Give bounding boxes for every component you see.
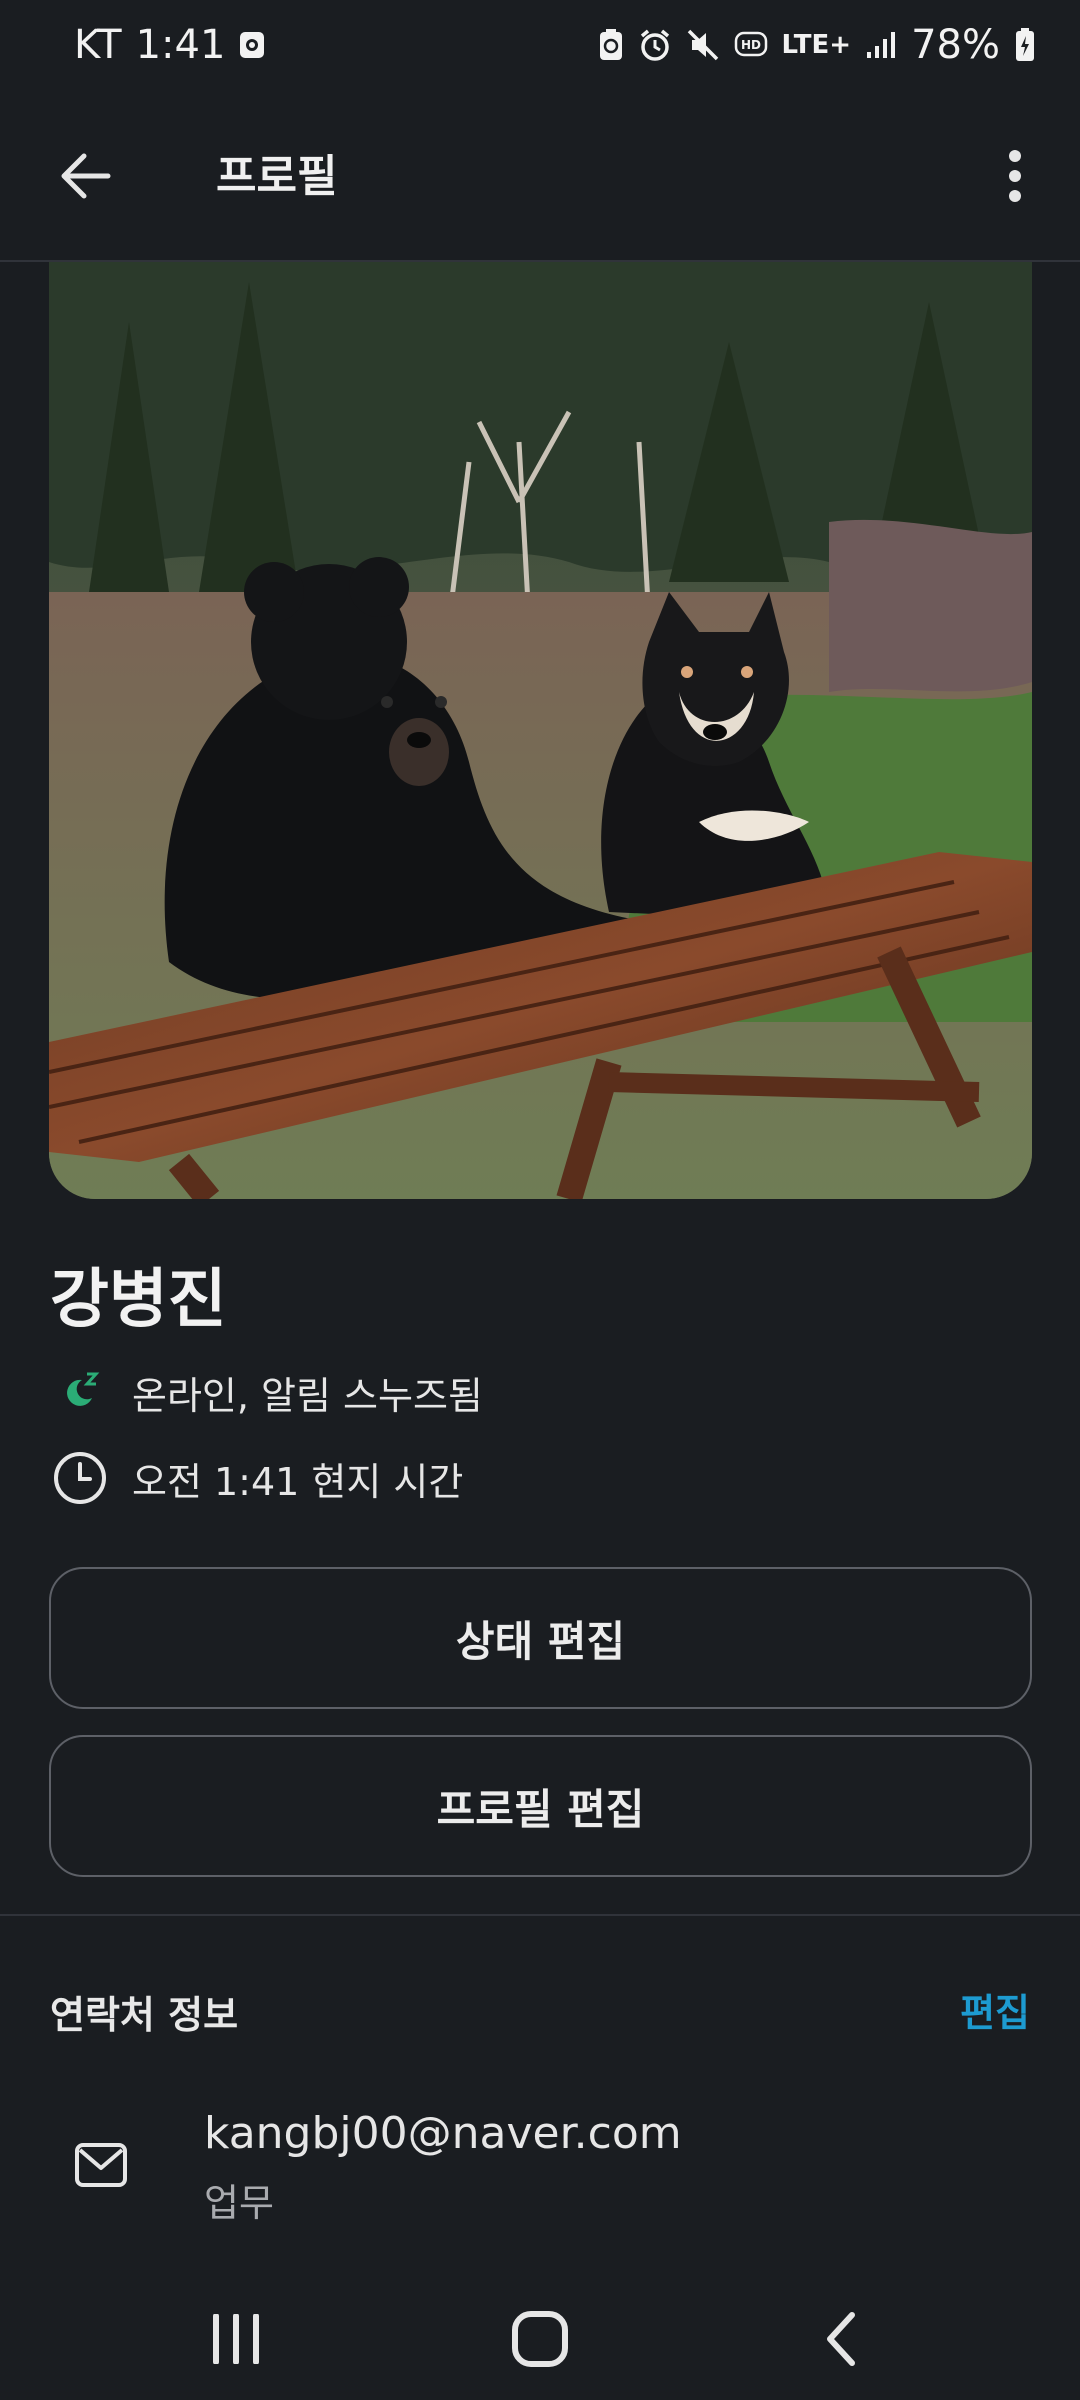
status-left: KT 1:41 bbox=[74, 22, 265, 68]
local-time-row: 오전 1:41 현지 시간 bbox=[50, 1448, 463, 1508]
presence-status-text: 온라인, 알림 스누즈됨 bbox=[132, 1373, 483, 1418]
recent-apps-icon bbox=[213, 2314, 259, 2364]
back-button[interactable] bbox=[40, 136, 130, 216]
screen-record-icon bbox=[239, 30, 265, 60]
more-vertical-icon bbox=[1009, 150, 1021, 202]
nav-back-icon bbox=[827, 2312, 855, 2366]
page-title: 프로필 bbox=[216, 151, 338, 202]
presence-row: 온라인, 알림 스누즈됨 bbox=[50, 1362, 483, 1422]
contact-section-title: 연락처 정보 bbox=[50, 1993, 239, 2037]
mail-icon bbox=[70, 2136, 132, 2194]
battery-charging-icon bbox=[1014, 27, 1036, 63]
more-options-button[interactable] bbox=[980, 136, 1050, 216]
home-button[interactable] bbox=[480, 2294, 600, 2384]
status-right: HD LTE+ 78% bbox=[598, 22, 1036, 68]
snooze-icon bbox=[50, 1362, 110, 1422]
edit-status-button[interactable]: 상태 편집 bbox=[49, 1567, 1032, 1709]
battery-percent: 78% bbox=[911, 22, 1000, 68]
signal-icon bbox=[865, 30, 897, 60]
contact-edit-link[interactable]: 편집 bbox=[960, 1982, 1030, 2037]
hd-voice-icon: HD bbox=[734, 30, 768, 60]
recycle-icon bbox=[598, 28, 624, 62]
local-time-text: 오전 1:41 현지 시간 bbox=[132, 1459, 464, 1504]
status-bar: KT 1:41 HD LTE+ 78% bbox=[0, 0, 1080, 90]
alarm-icon bbox=[638, 28, 672, 62]
profile-name: 강병진 bbox=[50, 1263, 227, 1337]
bear-and-dog-photo bbox=[49, 262, 1032, 1199]
section-divider bbox=[0, 1914, 1080, 1916]
profile-photo bbox=[49, 262, 1032, 1199]
contact-email[interactable]: kangbj00@naver.com bbox=[204, 2108, 682, 2159]
arrow-left-icon bbox=[61, 153, 111, 199]
app-bar: 프로필 bbox=[0, 90, 1080, 262]
clock-time: 1:41 bbox=[135, 22, 226, 68]
network-type: LTE+ bbox=[781, 30, 852, 60]
edit-profile-button[interactable]: 프로필 편집 bbox=[49, 1735, 1032, 1877]
svg-text:HD: HD bbox=[741, 38, 761, 52]
clock-icon bbox=[50, 1448, 110, 1508]
nav-back-button[interactable] bbox=[782, 2294, 902, 2384]
home-icon bbox=[512, 2311, 568, 2367]
recent-apps-button[interactable] bbox=[176, 2294, 296, 2384]
contact-email-type: 업무 bbox=[204, 2181, 274, 2225]
system-nav-bar bbox=[0, 2268, 1080, 2400]
carrier-label: KT bbox=[74, 22, 122, 68]
mute-icon bbox=[686, 28, 720, 62]
